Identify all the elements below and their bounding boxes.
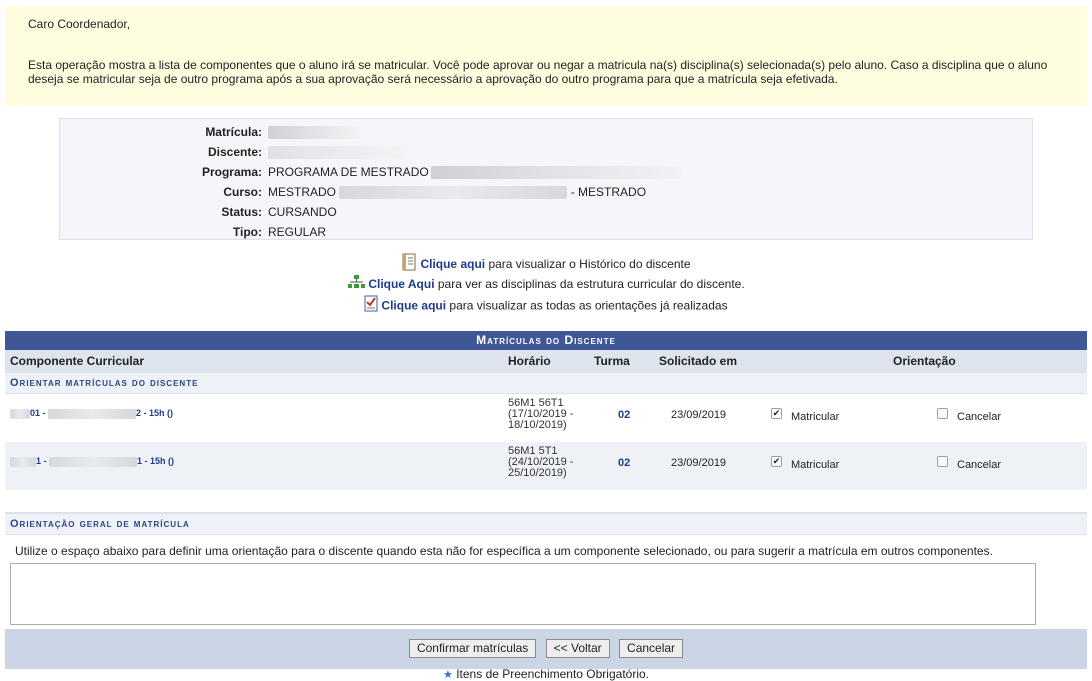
notice-greeting: Caro Coordenador,: [28, 17, 131, 31]
table-row: 01 - 2 - 15h () 56M1 56T1 (17/10/2019 - …: [5, 394, 1087, 442]
orientacoes-row: Clique aqui para visualizar as todas as …: [0, 295, 1092, 316]
status-label: Status:: [221, 205, 262, 219]
solicitado-cell: 23/09/2019: [671, 457, 727, 469]
checklist-icon: [364, 295, 378, 318]
matricula-value: [268, 122, 681, 142]
discente-value: [268, 142, 681, 162]
redacted-value: [430, 166, 681, 180]
redacted-value: [10, 456, 36, 467]
header-turma: Turma: [594, 354, 630, 368]
estrutura-link[interactable]: Clique Aqui: [368, 277, 434, 291]
historico-row: Clique aqui para visualizar o Histórico …: [0, 253, 1092, 274]
matricular-label: Matricular: [791, 411, 840, 423]
redacted-value: [268, 126, 360, 140]
info-row-status: Status: CURSANDO: [60, 202, 681, 222]
geral-instructions: Utilize o espaço abaixo para definir uma…: [15, 544, 993, 558]
tipo-value: REGULAR: [268, 225, 327, 239]
table-caption: Matrículas do Discente: [5, 331, 1087, 350]
cancelar-checkbox[interactable]: [937, 456, 948, 467]
matriculas-table: Matrículas do Discente Componente Curric…: [5, 331, 1087, 669]
header-horario: Horário: [508, 354, 551, 368]
quick-links: Clique aqui para visualizar o Histórico …: [0, 253, 1092, 316]
confirmar-button[interactable]: Confirmar matrículas: [408, 639, 537, 658]
section-geral: Orientação geral de matrícula: [5, 513, 1087, 535]
programa-label: Programa:: [201, 165, 262, 179]
redacted-value: [10, 408, 30, 419]
programa-value: PROGRAMA DE MESTRADO: [268, 162, 681, 182]
voltar-button[interactable]: << Voltar: [545, 639, 610, 658]
button-bar: Confirmar matrículas << Voltar Cancelar: [5, 629, 1087, 669]
header-componente: Componente Curricular: [10, 354, 145, 368]
historico-text: para visualizar o Histórico do discente: [485, 257, 691, 272]
matricula-label: Matrícula:: [205, 125, 262, 139]
status-value: CURSANDO: [268, 205, 337, 219]
header-orientacao: Orientação: [893, 354, 956, 368]
table-row: 1 - 1 - 15h () 56M1 5T1 (24/10/2019 - 25…: [5, 442, 1087, 490]
cancelar-checkbox[interactable]: [937, 408, 948, 419]
row-spacer: [5, 490, 1087, 513]
orientacao-geral-textarea[interactable]: [10, 563, 1036, 625]
student-info-panel: Matrícula: Discente: Programa: PROGRAMA …: [59, 118, 1033, 240]
solicitado-cell: 23/09/2019: [671, 409, 727, 421]
curso-value: MESTRADO - MESTRADO: [268, 184, 647, 200]
info-row-programa: Programa: PROGRAMA DE MESTRADO: [60, 162, 681, 182]
tree-icon: [347, 274, 366, 295]
tipo-label: Tipo:: [232, 225, 262, 239]
orientacoes-link[interactable]: Clique aqui: [381, 299, 446, 313]
curso-label: Curso:: [223, 185, 262, 199]
info-row-matricula: Matrícula:: [60, 122, 681, 142]
required-star-icon: ★: [443, 669, 453, 681]
turma-link[interactable]: 02: [618, 457, 630, 469]
redacted-value: [48, 408, 137, 419]
cancelar-button[interactable]: Cancelar: [619, 639, 684, 658]
matricular-label: Matricular: [791, 459, 840, 471]
component-link[interactable]: 01 - 2 - 15h (): [10, 408, 173, 419]
info-row-curso: Curso: MESTRADO - MESTRADO: [60, 182, 681, 202]
section-orientar: Orientar matrículas do discente: [5, 372, 1087, 394]
horario-cell: 56M1 56T1 (17/10/2019 - 18/10/2019): [508, 397, 574, 431]
redacted-value: [268, 146, 408, 160]
table-header: Componente Curricular Horário Turma Soli…: [5, 350, 1087, 372]
redacted-value: [339, 186, 568, 200]
info-row-tipo: Tipo: REGULAR: [60, 222, 681, 242]
historico-link[interactable]: Clique aqui: [420, 257, 485, 271]
instructions-notice: Caro Coordenador, Esta operação mostra a…: [5, 6, 1087, 106]
turma-link[interactable]: 02: [618, 409, 630, 421]
matricular-checkbox[interactable]: ✔: [771, 408, 782, 419]
required-legend-text: Itens de Preenchimento Obrigatório.: [456, 667, 649, 681]
horario-cell: 56M1 5T1 (24/10/2019 - 25/10/2019): [508, 445, 574, 479]
matricular-checkbox[interactable]: ✔: [771, 456, 782, 467]
cancelar-label: Cancelar: [957, 459, 1002, 471]
info-row-discente: Discente:: [60, 142, 681, 162]
discente-label: Discente:: [207, 145, 262, 159]
estrutura-text: para ver as disciplinas da estrutura cur…: [434, 277, 745, 291]
cancelar-label: Cancelar: [957, 411, 1002, 423]
orientacoes-text: para visualizar as todas as orientações …: [446, 298, 728, 313]
required-legend: ★ Itens de Preenchimento Obrigatório.: [0, 667, 1092, 681]
header-solicitado: Solicitado em: [659, 354, 738, 368]
component-link[interactable]: 1 - 1 - 15h (): [10, 456, 174, 467]
redacted-value: [49, 456, 138, 467]
estrutura-row: Clique Aqui para ver as disciplinas da e…: [0, 274, 1092, 295]
notice-text: Esta operação mostra a lista de componen…: [28, 58, 1048, 86]
